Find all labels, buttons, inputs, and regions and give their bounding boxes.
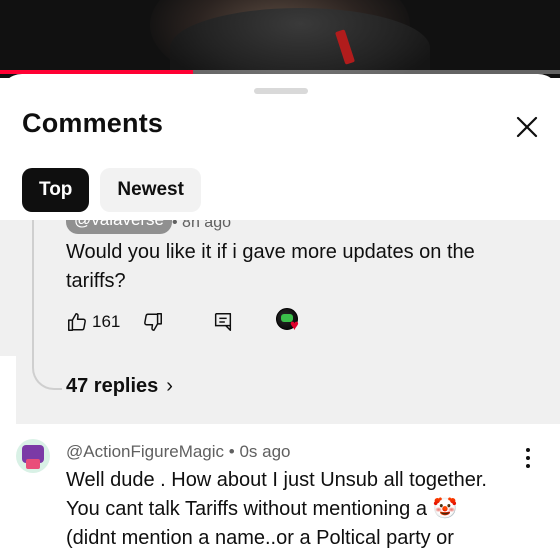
like-count: 161: [92, 312, 121, 331]
close-icon: [516, 116, 538, 138]
comment-author-chip[interactable]: @valaverse: [66, 220, 173, 234]
avatar[interactable]: [16, 439, 50, 473]
replies-label: 47 replies: [66, 375, 159, 397]
dislike-button[interactable]: [142, 308, 164, 336]
sheet-title: Comments: [22, 108, 164, 138]
comment-item: @ActionFigureMagic • 0s ago Well dude . …: [0, 424, 560, 560]
thread-gutter: [0, 356, 16, 424]
like-button[interactable]: 161: [66, 308, 120, 336]
thumbs-up-icon: [68, 313, 86, 331]
thumbs-down-icon: [144, 313, 162, 331]
comment-meta: @ActionFigureMagic • 0s ago: [66, 442, 291, 462]
video-player[interactable]: [0, 0, 560, 78]
comment-time: • 0s ago: [228, 442, 291, 461]
sort-chips: Top Newest: [22, 168, 201, 212]
chevron-right-icon: ›: [166, 375, 173, 397]
comment-text: Would you like it if i gave more updates…: [66, 241, 475, 292]
comments-sheet: Comments Top Newest @valaverse • 8h ago …: [0, 74, 560, 560]
highlighted-comment: @valaverse • 8h ago Would you like it if…: [0, 220, 560, 424]
reply-button[interactable]: [212, 308, 234, 336]
comment-author[interactable]: @ActionFigureMagic: [66, 442, 224, 461]
drag-handle[interactable]: [254, 88, 308, 94]
video-frame-person: [170, 8, 430, 78]
close-button[interactable]: [510, 110, 544, 144]
thread-connector: [32, 220, 62, 390]
comment-actions: 161 ♥: [66, 308, 366, 336]
chip-newest[interactable]: Newest: [100, 168, 201, 212]
comment-text: Well dude . How about I just Unsub all t…: [66, 469, 487, 549]
comment-timestamp: • 8h ago: [172, 220, 231, 231]
replies-button[interactable]: 47 replies ›: [66, 375, 173, 398]
creator-heart-icon: ♥: [290, 317, 299, 334]
chip-top[interactable]: Top: [22, 168, 90, 212]
reply-icon: [214, 313, 232, 331]
